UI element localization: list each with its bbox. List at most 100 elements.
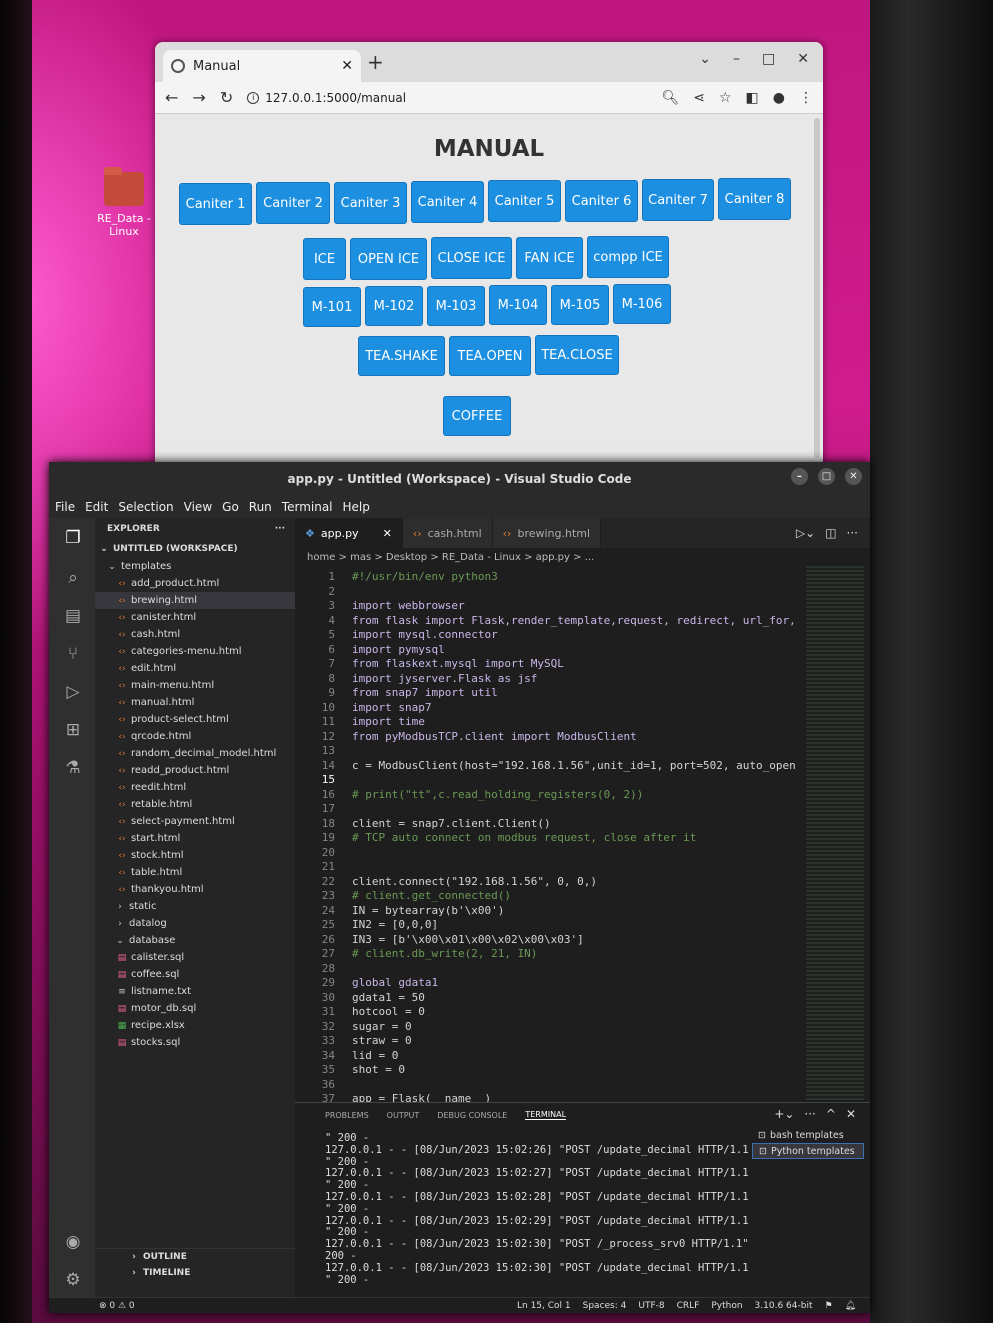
more-actions-icon[interactable]: ··· <box>847 526 858 540</box>
minimize-icon[interactable]: – <box>733 51 740 67</box>
code-line[interactable]: # client.get_connected() <box>352 889 511 902</box>
menu-terminal[interactable]: Terminal <box>282 500 333 514</box>
file-item[interactable]: ‹› main-menu.html <box>95 677 295 694</box>
caniter-7-button[interactable]: Caniter 7 <box>642 179 714 221</box>
code-line[interactable]: # client.db_write(2, 21, IN) <box>352 947 537 960</box>
menu-view[interactable]: View <box>184 500 212 514</box>
tab-output[interactable]: OUTPUT <box>387 1111 420 1120</box>
breadcrumb[interactable]: home > mas > Desktop > RE_Data - Linux >… <box>295 548 870 566</box>
more-icon[interactable]: ··· <box>275 524 285 534</box>
browser-tab[interactable]: Manual ✕ <box>163 50 361 82</box>
code-line[interactable]: client.connect("192.168.1.56", 0, 0,) <box>352 875 597 888</box>
close-window-icon[interactable]: ✕ <box>845 468 862 485</box>
minimap[interactable] <box>806 566 864 1102</box>
terminal-item-python[interactable]: ⊡ Python templates <box>752 1143 864 1159</box>
menu-go[interactable]: Go <box>222 500 239 514</box>
tea-close-button[interactable]: TEA.CLOSE <box>535 335 619 375</box>
bookmark-star-icon[interactable]: ☆ <box>719 90 732 106</box>
gear-icon[interactable]: ⚙ <box>62 1270 84 1292</box>
caniter-5-button[interactable]: Caniter 5 <box>488 180 561 222</box>
file-item[interactable]: ‹› thankyou.html <box>95 881 295 898</box>
encoding-status[interactable]: UTF-8 <box>638 1301 664 1311</box>
more-icon[interactable]: ··· <box>804 1107 815 1121</box>
outline-section[interactable]: › OUTLINE <box>95 1248 295 1265</box>
tab-search-icon[interactable]: ⌄ <box>699 51 711 67</box>
m-103-button[interactable]: M-103 <box>427 286 485 326</box>
chevron-up-icon[interactable]: ^ <box>826 1107 836 1121</box>
file-item[interactable]: ‹› edit.html <box>95 660 295 677</box>
search-icon[interactable]: ⌕ <box>62 568 84 590</box>
back-icon[interactable]: ← <box>165 88 178 107</box>
extensions-icon[interactable]: ⊞ <box>62 720 84 742</box>
tab-problems[interactable]: PROBLEMS <box>325 1111 369 1120</box>
m-104-button[interactable]: M-104 <box>489 285 547 325</box>
caniter-4-button[interactable]: Caniter 4 <box>411 181 484 223</box>
caniter-6-button[interactable]: Caniter 6 <box>565 180 638 222</box>
minimize-icon[interactable]: – <box>791 468 808 485</box>
new-terminal-icon[interactable]: +⌄ <box>774 1107 794 1121</box>
explorer-icon[interactable]: ❐ <box>62 528 84 550</box>
menu-selection[interactable]: Selection <box>118 500 173 514</box>
code-line[interactable]: lid = 0 <box>352 1049 398 1062</box>
file-item[interactable]: ‹› reedit.html <box>95 779 295 796</box>
close-ice-button[interactable]: CLOSE ICE <box>431 237 512 279</box>
code-line[interactable]: from flask import Flask,render_template,… <box>352 614 796 627</box>
file-item[interactable]: ‹› stock.html <box>95 847 295 864</box>
file-item[interactable]: ‹› select-payment.html <box>95 813 295 830</box>
code-line[interactable]: from pyModbusTCP.client import ModbusCli… <box>352 730 637 743</box>
tea-shake-button[interactable]: TEA.SHAKE <box>358 336 445 376</box>
file-item[interactable]: ▤ calister.sql <box>95 949 295 966</box>
code-line[interactable]: IN3 = [b'\x00\x01\x00\x02\x00\x03'] <box>352 933 584 946</box>
maximize-icon[interactable]: □ <box>762 51 775 67</box>
code-line[interactable]: sugar = 0 <box>352 1020 412 1033</box>
site-info-icon[interactable]: i <box>247 91 260 104</box>
code-line[interactable]: hotcool = 0 <box>352 1005 425 1018</box>
profile-icon[interactable]: ● <box>773 90 785 106</box>
problems-status[interactable]: ⊗ 0 ⚠ 0 <box>99 1301 135 1311</box>
new-tab-button[interactable]: + <box>367 50 384 74</box>
code-line[interactable]: IN = bytearray(b'\x00') <box>352 904 504 917</box>
maximize-icon[interactable]: □ <box>818 468 835 485</box>
testing-flask-icon[interactable]: ⚗ <box>62 758 84 780</box>
code-line[interactable]: straw = 0 <box>352 1034 412 1047</box>
desktop-folder[interactable]: RE_Data - Linux <box>92 167 156 238</box>
interpreter-status[interactable]: 3.10.6 64-bit <box>755 1301 813 1311</box>
file-item[interactable]: ‹› manual.html <box>95 694 295 711</box>
menu-file[interactable]: File <box>55 500 75 514</box>
code-line[interactable]: #!/usr/bin/env python3 <box>352 570 498 583</box>
file-item[interactable]: ‹› readd_product.html <box>95 762 295 779</box>
menu-help[interactable]: Help <box>343 500 370 514</box>
code-line[interactable]: gdata1 = 50 <box>352 991 425 1004</box>
close-panel-icon[interactable]: ✕ <box>846 1107 856 1121</box>
menu-kebab-icon[interactable]: ⋮ <box>799 90 813 106</box>
run-python-icon[interactable]: ▷⌄ <box>796 526 815 540</box>
cursor-position[interactable]: Ln 15, Col 1 <box>517 1301 571 1311</box>
file-item[interactable]: ‹› table.html <box>95 864 295 881</box>
file-item[interactable]: ‹› canister.html <box>95 609 295 626</box>
code-line[interactable]: from flaskext.mysql import MySQL <box>352 657 564 670</box>
file-item[interactable]: ▦ recipe.xlsx <box>95 1017 295 1034</box>
tab-terminal[interactable]: TERMINAL <box>525 1110 567 1120</box>
tea-open-button[interactable]: TEA.OPEN <box>449 336 531 376</box>
menu-run[interactable]: Run <box>249 500 272 514</box>
bell-icon[interactable]: 🔔︎ <box>845 1301 856 1311</box>
caniter-2-button[interactable]: Caniter 2 <box>256 182 330 224</box>
page-scrollbar[interactable] <box>814 118 820 458</box>
account-icon[interactable]: ◉ <box>62 1232 84 1254</box>
code-line[interactable]: global gdata1 <box>352 976 438 989</box>
close-window-icon[interactable]: ✕ <box>797 51 809 67</box>
menu-edit[interactable]: Edit <box>85 500 108 514</box>
file-item[interactable]: ▤ stocks.sql <box>95 1034 295 1051</box>
file-item[interactable]: ‹› qrcode.html <box>95 728 295 745</box>
file-item[interactable]: ‹› start.html <box>95 830 295 847</box>
file-item[interactable]: ‹› brewing.html <box>95 592 295 609</box>
folder-item[interactable]: ⌄ templates <box>95 558 295 575</box>
file-item[interactable]: ‹› retable.html <box>95 796 295 813</box>
code-editor[interactable]: 1 #!/usr/bin/env python3 2 3 import webbrows… <box>295 566 870 1105</box>
ice-button[interactable]: ICE <box>303 238 346 280</box>
workspace-root[interactable]: ⌄ UNTITLED (WORKSPACE) <box>95 540 295 558</box>
caniter-3-button[interactable]: Caniter 3 <box>334 182 407 224</box>
timeline-section[interactable]: › TIMELINE <box>95 1264 295 1281</box>
m-105-button[interactable]: M-105 <box>551 285 609 325</box>
file-item[interactable]: ‹› cash.html <box>95 626 295 643</box>
